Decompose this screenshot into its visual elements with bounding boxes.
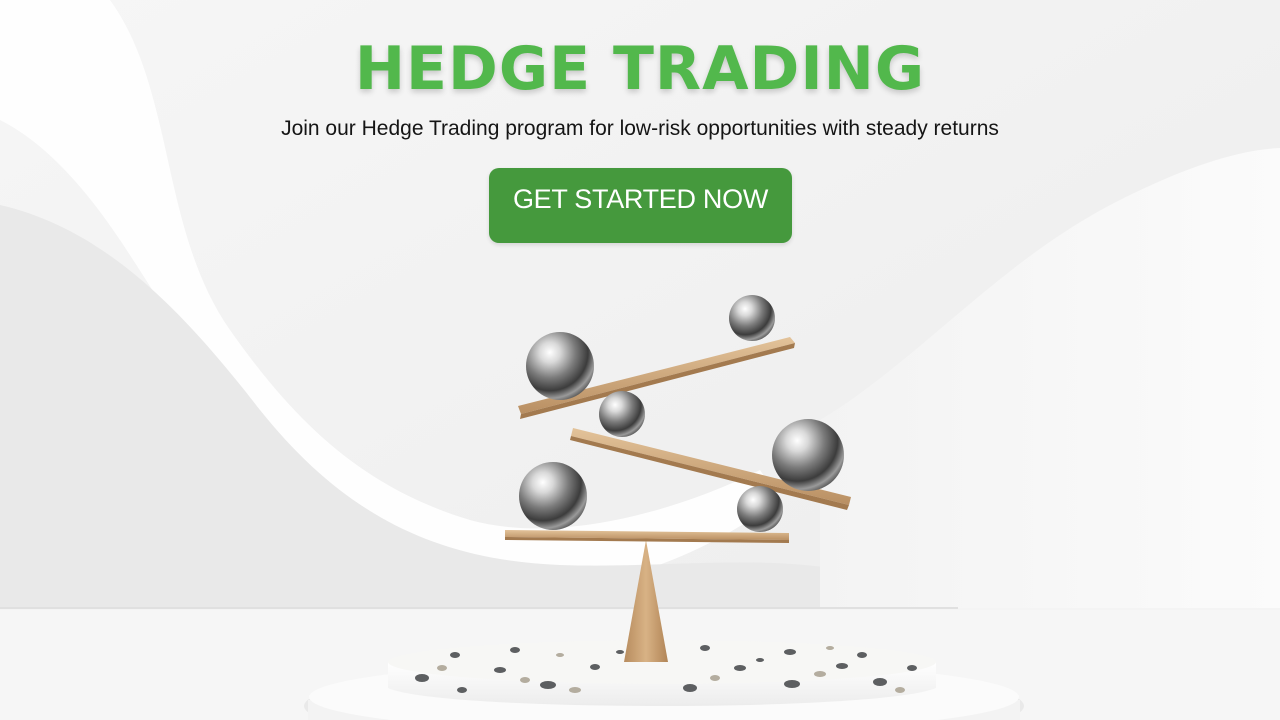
- bottom-plank: [505, 530, 789, 543]
- hero-banner: HEDGE TRADING Join our Hedge Trading pro…: [0, 0, 1280, 720]
- fulcrum: [624, 540, 668, 662]
- balance-illustration: [304, 295, 1024, 720]
